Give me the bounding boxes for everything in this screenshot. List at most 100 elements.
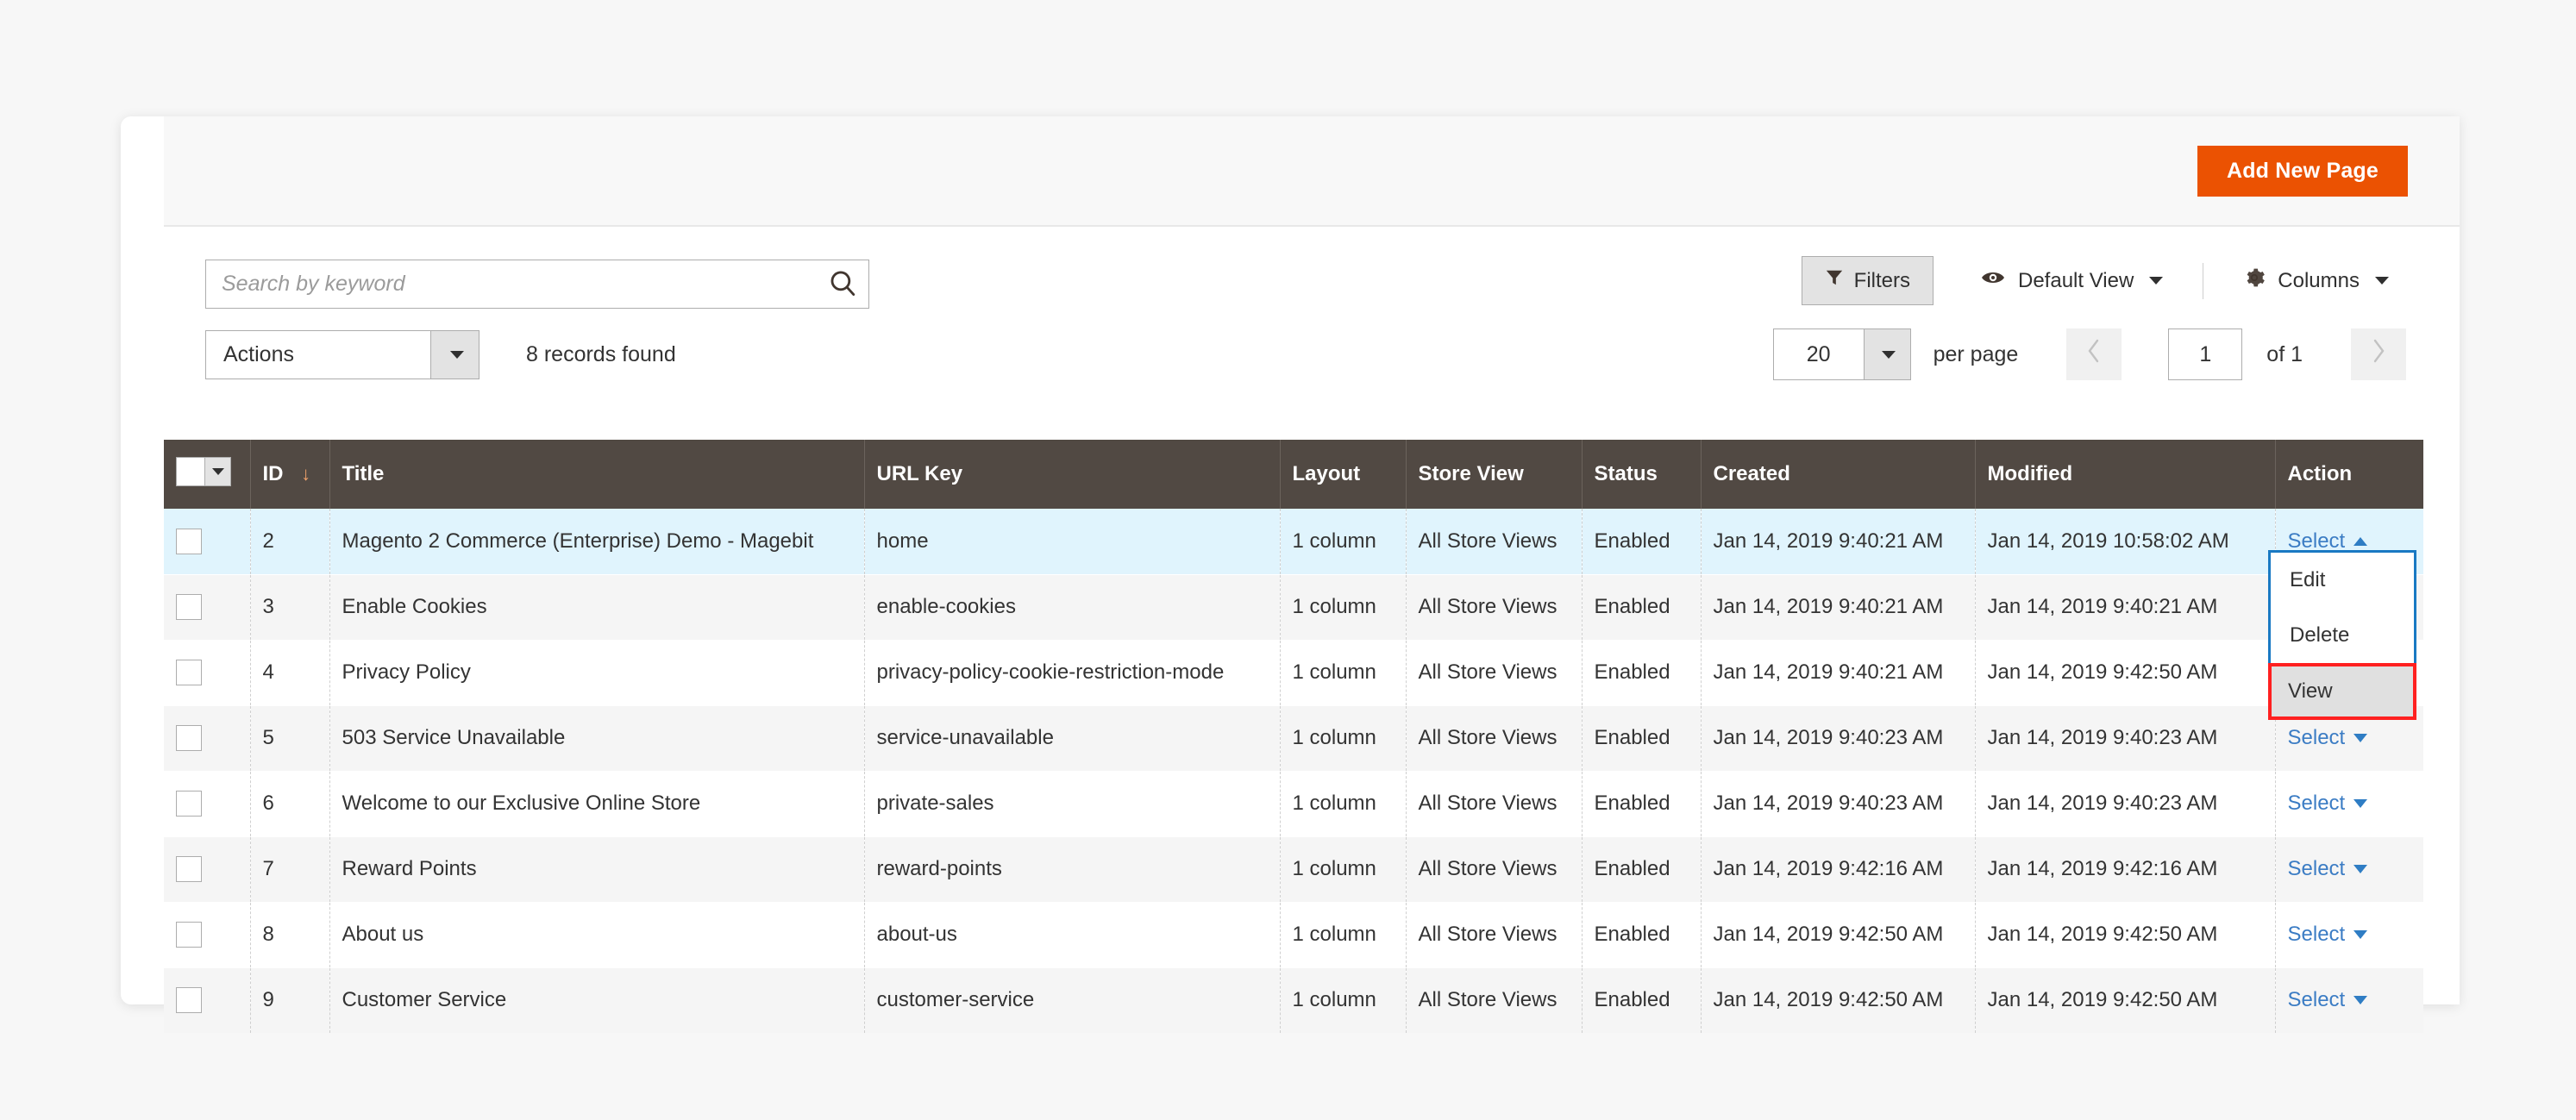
cell-url-key: service-unavailable: [864, 705, 1281, 771]
filters-button[interactable]: Filters: [1801, 256, 1934, 305]
select-all-header: [164, 440, 251, 509]
per-page-caret[interactable]: [1863, 329, 1910, 379]
cell-modified: Jan 14, 2019 9:40:23 AM: [1975, 771, 2276, 836]
table-row[interactable]: 2 Magento 2 Commerce (Enterprise) Demo - …: [164, 509, 2423, 574]
table-row[interactable]: 5 503 Service Unavailable service-unavaila…: [164, 705, 2423, 771]
cell-modified: Jan 14, 2019 9:42:16 AM: [1975, 836, 2276, 902]
cell-layout: 1 column: [1280, 836, 1407, 902]
table-row[interactable]: 4 Privacy Policy privacy-policy-cookie-res…: [164, 640, 2423, 705]
pager: 20 per page of 1: [1772, 328, 2406, 380]
chevron-left-icon: [2085, 337, 2103, 372]
total-pages-label: of 1: [2266, 341, 2303, 366]
row-select-cell: [164, 574, 251, 640]
row-checkbox[interactable]: [176, 594, 202, 620]
cell-title: Reward Points: [329, 836, 865, 902]
select-all-checkbox[interactable]: [177, 458, 204, 485]
current-page-input[interactable]: [2168, 328, 2243, 380]
column-header-id[interactable]: ID ↓: [250, 440, 330, 509]
cell-layout: 1 column: [1280, 967, 1407, 1033]
table-row[interactable]: 3 Enable Cookies enable-cookies 1 column All…: [164, 574, 2423, 640]
actions-pager-row: Actions 8 records found 20 per page 1 of…: [164, 313, 2460, 396]
row-action-select-link[interactable]: Select: [2288, 792, 2368, 816]
cell-id: 4: [250, 640, 330, 705]
row-checkbox[interactable]: [176, 791, 202, 817]
chevron-down-icon: [1882, 350, 1896, 359]
row-action-select-link[interactable]: Select: [2288, 988, 2368, 1012]
table-row[interactable]: 9 Customer Service customer-service 1 colum…: [164, 967, 2423, 1033]
cell-store-view: All Store Views: [1406, 902, 1583, 967]
table-row[interactable]: 8 About us about-us 1 column All Store Views…: [164, 902, 2423, 967]
column-header-url-key[interactable]: URL Key: [864, 440, 1281, 509]
chevron-down-icon: [211, 468, 224, 475]
cell-created: Jan 14, 2019 9:40:21 AM: [1701, 574, 1976, 640]
pages-grid: ID ↓ Title URL Key Layout Store View Sta…: [164, 440, 2423, 1034]
cell-store-view: All Store Views: [1406, 705, 1583, 771]
cell-status: Enabled: [1582, 967, 1702, 1033]
row-select-cell: [164, 509, 251, 574]
row-checkbox[interactable]: [176, 922, 202, 948]
column-header-created[interactable]: Created: [1701, 440, 1976, 509]
mass-actions-caret[interactable]: [430, 331, 479, 379]
cell-store-view: All Store Views: [1406, 509, 1583, 574]
row-select-cell: [164, 902, 251, 967]
select-all-caret[interactable]: [204, 458, 230, 485]
action-menu-item-view[interactable]: View: [2268, 663, 2416, 720]
add-new-page-button[interactable]: Add New Page: [2197, 146, 2408, 197]
table-head: ID ↓ Title URL Key Layout Store View Sta…: [164, 440, 2423, 509]
cell-title: About us: [329, 902, 865, 967]
cell-modified: Jan 14, 2019 10:58:02 AM: [1975, 509, 2276, 574]
cell-modified: Jan 14, 2019 9:42:50 AM: [1975, 640, 2276, 705]
column-header-store-view[interactable]: Store View: [1406, 440, 1583, 509]
cell-id: 9: [250, 967, 330, 1033]
select-all-checkbox-group[interactable]: [176, 457, 231, 486]
previous-page-button[interactable]: [2066, 328, 2122, 380]
cell-status: Enabled: [1582, 771, 1702, 836]
view-controls: Filters Default View Columns: [1801, 256, 2406, 305]
search-box[interactable]: [205, 260, 869, 309]
default-view-label: Default View: [2018, 268, 2134, 292]
per-page-select[interactable]: 20: [1772, 328, 1911, 380]
default-view-switcher[interactable]: Default View: [1963, 260, 2180, 302]
row-action-select-link[interactable]: Select: [2288, 857, 2368, 881]
chevron-up-icon: [2353, 536, 2368, 546]
cell-id: 7: [250, 836, 330, 902]
search-input[interactable]: [206, 272, 817, 297]
grid-controls-row: Filters Default View: [164, 227, 2460, 322]
next-page-button[interactable]: [2351, 328, 2406, 380]
row-checkbox[interactable]: [176, 660, 202, 685]
row-checkbox[interactable]: [176, 528, 202, 554]
columns-control[interactable]: Columns: [2226, 258, 2406, 303]
cell-created: Jan 14, 2019 9:40:21 AM: [1701, 640, 1976, 705]
column-header-title[interactable]: Title: [329, 440, 865, 509]
column-header-layout[interactable]: Layout: [1280, 440, 1407, 509]
row-checkbox[interactable]: [176, 856, 202, 882]
column-header-action: Action: [2275, 440, 2423, 509]
cell-action: Select: [2275, 902, 2423, 967]
cell-store-view: All Store Views: [1406, 967, 1583, 1033]
search-submit-button[interactable]: [817, 260, 868, 308]
column-header-modified[interactable]: Modified: [1975, 440, 2276, 509]
table-body: 2 Magento 2 Commerce (Enterprise) Demo - …: [164, 509, 2423, 1033]
row-action-select-label: Select: [2287, 857, 2346, 880]
action-menu-item-edit[interactable]: Edit: [2271, 553, 2414, 608]
sort-ascending-icon: ↓: [301, 463, 311, 485]
table-row[interactable]: 7 Reward Points reward-points 1 column All S…: [164, 836, 2423, 902]
mass-actions-select[interactable]: Actions: [205, 330, 479, 379]
filters-label: Filters: [1853, 268, 1910, 292]
cell-created: Jan 14, 2019 9:40:23 AM: [1701, 771, 1976, 836]
chevron-down-icon: [2353, 734, 2368, 742]
cell-title: Enable Cookies: [329, 574, 865, 640]
records-found-label: 8 records found: [526, 342, 676, 366]
row-action-select-link[interactable]: Select: [2288, 726, 2368, 750]
per-page-value: 20: [1806, 341, 1831, 366]
table-row[interactable]: 6 Welcome to our Exclusive Online Store pr…: [164, 771, 2423, 836]
row-checkbox[interactable]: [176, 987, 202, 1013]
row-action-select-link[interactable]: Select: [2288, 923, 2368, 947]
cell-action: Select: [2275, 771, 2423, 836]
column-header-status[interactable]: Status: [1582, 440, 1702, 509]
action-menu-item-delete[interactable]: Delete: [2271, 608, 2414, 663]
chevron-down-icon: [449, 351, 464, 359]
chevron-down-icon: [2375, 277, 2389, 285]
row-checkbox[interactable]: [176, 725, 202, 751]
cell-status: Enabled: [1582, 509, 1702, 574]
